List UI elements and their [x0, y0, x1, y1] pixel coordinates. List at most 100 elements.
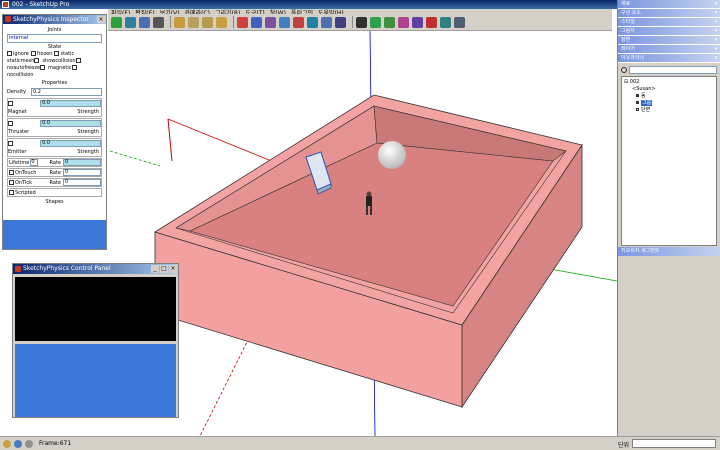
reset-icon[interactable] [139, 16, 150, 28]
lifetime-rate-label: Rate [49, 159, 61, 166]
gear-icon[interactable] [370, 16, 381, 28]
magnet-checkbox[interactable] [8, 100, 13, 106]
outliner-item[interactable]: 단면 [624, 107, 714, 114]
ontick-checkbox[interactable] [9, 180, 14, 185]
state-option[interactable]: showcollision [42, 58, 81, 65]
lever-icon[interactable] [384, 16, 395, 28]
sphere-icon[interactable] [356, 16, 367, 28]
state-option[interactable]: static [54, 51, 74, 58]
toolbar-separator [233, 16, 234, 28]
ontick-row: OnTick Rate 0 [7, 178, 102, 187]
tray-header-layers[interactable]: 레이어 [618, 45, 720, 54]
magnet-label: Magnet [8, 108, 27, 115]
cylinder-icon[interactable] [202, 16, 213, 28]
geolocation-icon[interactable] [3, 439, 11, 448]
tray-header-geolocation[interactable]: 지오위치 세그먼트 [618, 247, 720, 256]
outliner-item[interactable]: <Susan> [624, 86, 714, 93]
ontouch-label: OnTouch [15, 169, 37, 176]
lifetime-rate-input[interactable]: 0 [63, 159, 101, 166]
control-panel-minimize-button[interactable]: _ [151, 265, 159, 273]
target-icon[interactable] [426, 16, 437, 28]
checkbox-icon [7, 51, 12, 56]
slider-icon[interactable] [307, 16, 318, 28]
joints-header: Joints [47, 27, 62, 33]
thruster-label: Thruster [8, 128, 30, 135]
state-option[interactable]: nocollision [7, 72, 33, 79]
cube-icon[interactable] [174, 16, 185, 28]
sketchyphysics-icon [5, 16, 11, 22]
control-panel-window: SketchyPhysics Control Panel _ □ × [12, 263, 179, 418]
ontouch-checkbox[interactable] [9, 170, 14, 175]
control-panel-display[interactable] [15, 277, 176, 341]
outliner-search-input[interactable] [629, 65, 717, 74]
corner-icon[interactable] [335, 16, 346, 28]
state-option-label: static [60, 51, 75, 57]
play-icon[interactable] [111, 16, 122, 28]
measurements-label: 단위 [618, 442, 630, 449]
ontick-rate-input[interactable]: 0 [63, 179, 101, 186]
red-axis-stub [167, 118, 173, 162]
green-axis [549, 268, 617, 282]
help-icon[interactable] [25, 439, 33, 448]
wrench-icon[interactable] [454, 16, 465, 28]
tray-header-styles[interactable]: 스타일 [618, 18, 720, 27]
outliner-item[interactable]: 동 [624, 93, 714, 100]
person-head [366, 191, 372, 197]
outliner-item-selected[interactable]: 그룹 [624, 100, 714, 107]
tray-header-outliner[interactable]: 아웃라이너 [618, 54, 720, 63]
state-option[interactable]: magnetic [48, 65, 77, 72]
tray-header-shadows[interactable]: 그림자 [618, 27, 720, 36]
box-icon[interactable] [188, 16, 199, 28]
scripted-checkbox[interactable] [9, 190, 14, 195]
control-panel-maximize-button[interactable]: □ [160, 265, 168, 273]
outliner-root[interactable]: ⊟ 002 [624, 79, 714, 86]
outliner-root-label: 002 [629, 79, 640, 85]
sketchyphysics-icon [15, 266, 21, 272]
state-header: State [47, 44, 62, 50]
density-input[interactable]: 0.2 [31, 88, 102, 96]
green-axis-dashed [109, 150, 161, 167]
scissors-icon[interactable] [440, 16, 451, 28]
spring-icon[interactable] [293, 16, 304, 28]
outliner-item-label: 그룹 [641, 100, 653, 106]
thruster-group: 0.0 Thruster Strength [7, 118, 102, 137]
record-icon[interactable] [153, 16, 164, 28]
lifetime-input[interactable]: 0 [30, 159, 39, 166]
emitter-strength-input[interactable]: 0.0 [40, 139, 101, 147]
pause-icon[interactable] [125, 16, 136, 28]
magnet-strength-input[interactable]: 0.0 [40, 99, 101, 107]
ontick-rate-label: Rate [49, 179, 61, 186]
joints-field[interactable]: internal [7, 34, 102, 43]
control-panel-close-button[interactable]: × [169, 265, 177, 273]
state-option[interactable]: staticmesh [7, 58, 40, 65]
hinge-icon[interactable] [251, 16, 262, 28]
tray-header-materials[interactable]: 재료 [618, 0, 720, 9]
state-option[interactable]: noautofreeze [7, 65, 46, 72]
state-option-label: magnetic [48, 65, 72, 71]
pin-icon[interactable] [412, 16, 423, 28]
magnet-icon[interactable] [237, 16, 248, 28]
servo-icon[interactable] [279, 16, 290, 28]
credits-icon[interactable] [14, 439, 22, 448]
outliner-item-label: 단면 [641, 107, 651, 113]
measurements-input[interactable] [632, 439, 716, 448]
physics-inspector-close-button[interactable]: × [97, 16, 105, 23]
checkbox-icon [34, 58, 40, 63]
outliner-search [621, 65, 717, 74]
state-option[interactable]: frozen [30, 51, 52, 58]
cone-icon[interactable] [216, 16, 227, 28]
joint-icon[interactable] [265, 16, 276, 28]
wand-icon[interactable] [398, 16, 409, 28]
state-option[interactable]: ignore [7, 51, 29, 58]
ontick-label: OnTick [15, 179, 33, 186]
ontouch-rate-input[interactable]: 0 [63, 169, 101, 176]
emitter-strength-label: Strength [77, 148, 99, 155]
thruster-checkbox[interactable] [8, 120, 13, 126]
thruster-strength-input[interactable]: 0.0 [40, 119, 101, 127]
piston-icon[interactable] [321, 16, 332, 28]
tray-header-scenes[interactable]: 장면 [618, 36, 720, 45]
person-leg-left [366, 206, 368, 215]
emitter-checkbox[interactable] [8, 140, 13, 146]
tray-header-components[interactable]: 구성 요소 [618, 9, 720, 18]
checkbox-icon [75, 58, 81, 63]
